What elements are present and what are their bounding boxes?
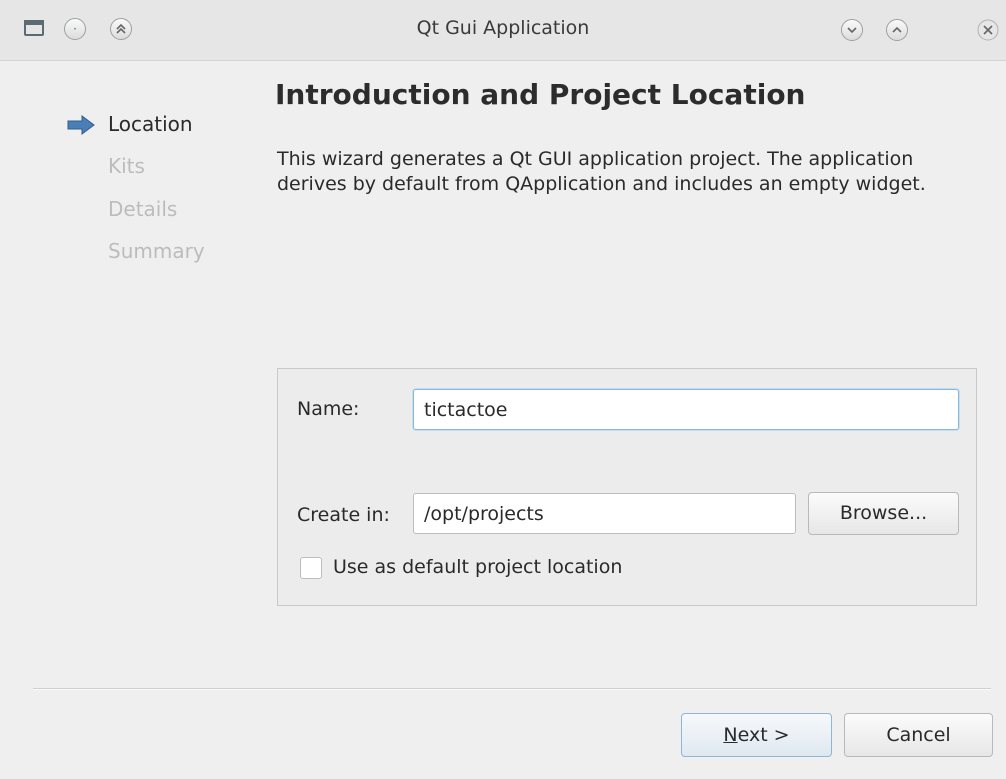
next-button[interactable]: Next > bbox=[681, 713, 832, 757]
chevron-up-icon[interactable] bbox=[886, 19, 908, 41]
browse-button[interactable]: Browse... bbox=[808, 492, 959, 535]
cancel-button[interactable]: Cancel bbox=[844, 713, 993, 757]
chevron-down-icon[interactable] bbox=[841, 19, 863, 41]
page-title: Introduction and Project Location bbox=[275, 78, 806, 111]
step-location: Location bbox=[108, 112, 193, 136]
create-in-label: Create in: bbox=[297, 504, 390, 526]
arrow-right-icon bbox=[67, 115, 95, 135]
step-summary: Summary bbox=[108, 239, 205, 263]
next-label: ext > bbox=[737, 724, 790, 746]
step-details: Details bbox=[108, 197, 178, 221]
page-description: This wizard generates a Qt GUI applicati… bbox=[277, 148, 926, 195]
button-separator bbox=[33, 688, 991, 690]
close-icon[interactable] bbox=[977, 19, 999, 41]
default-location-checkbox[interactable] bbox=[300, 557, 322, 579]
step-kits: Kits bbox=[108, 154, 145, 178]
title-bar: · Qt Gui Application bbox=[0, 0, 1006, 61]
wizard-window: · Qt Gui Application Location Kits Detai… bbox=[0, 0, 1006, 779]
create-in-input[interactable] bbox=[413, 493, 796, 534]
default-location-label[interactable]: Use as default project location bbox=[333, 556, 622, 578]
name-input[interactable] bbox=[413, 389, 959, 430]
name-label: Name: bbox=[297, 398, 360, 420]
next-mnemonic: N bbox=[723, 724, 738, 746]
